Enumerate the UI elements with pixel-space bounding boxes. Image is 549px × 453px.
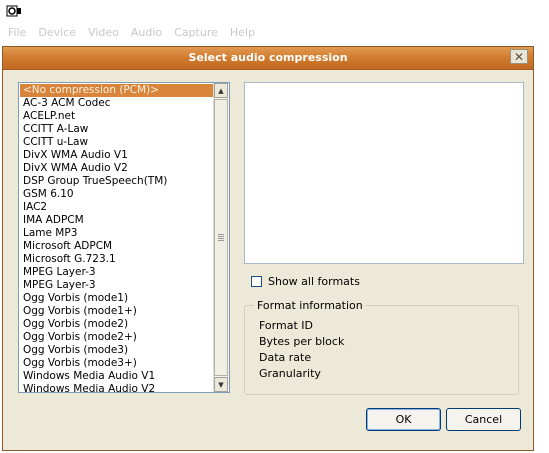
cancel-button[interactable]: Cancel	[446, 408, 521, 431]
app-icon[interactable]	[6, 3, 22, 19]
grip-icon	[218, 234, 224, 241]
codec-list-item[interactable]: Ogg Vorbis (mode3+)	[20, 357, 214, 370]
codec-list-item[interactable]: MPEG Layer-3	[20, 279, 214, 292]
menu-audio[interactable]: Audio	[127, 26, 166, 39]
codec-list-item[interactable]: DivX WMA Audio V1	[20, 149, 214, 162]
scroll-down-button[interactable]: ▼	[214, 377, 228, 392]
codec-list-item[interactable]: Ogg Vorbis (mode3)	[20, 344, 214, 357]
bytes-per-block-label: Bytes per block	[259, 335, 345, 348]
codec-list-item[interactable]: Windows Media Audio V1	[20, 370, 214, 383]
codec-list-item[interactable]: CCITT u-Law	[20, 136, 214, 149]
codec-list-item[interactable]: MPEG Layer-3	[20, 266, 214, 279]
format-information-legend: Format information	[254, 299, 366, 312]
dialog-title: Select audio compression	[188, 51, 348, 64]
codec-list-item[interactable]: Windows Media Audio V2	[20, 383, 214, 396]
menu-capture[interactable]: Capture	[170, 26, 222, 39]
codec-list-item[interactable]: Ogg Vorbis (mode2)	[20, 318, 214, 331]
close-icon: ✕	[513, 49, 525, 64]
codec-list-item[interactable]: Ogg Vorbis (mode1+)	[20, 305, 214, 318]
menu-file[interactable]: File	[4, 26, 30, 39]
format-information-group: Format information Format ID Bytes per b…	[244, 299, 519, 395]
codec-list: <No compression (PCM)> AC-3 ACM Codec ACEL…	[20, 84, 214, 396]
codec-list-item[interactable]: GSM 6.10	[20, 188, 214, 201]
codec-list-item[interactable]: <No compression (PCM)>	[20, 84, 214, 97]
codec-list-item[interactable]: IMA ADPCM	[20, 214, 214, 227]
scroll-up-button[interactable]: ▲	[214, 83, 228, 98]
granularity-label: Granularity	[259, 367, 321, 380]
codec-list-item[interactable]: Microsoft ADPCM	[20, 240, 214, 253]
codec-list-item[interactable]: IAC2	[20, 201, 214, 214]
codec-list-item[interactable]: DivX WMA Audio V2	[20, 162, 214, 175]
codec-list-item[interactable]: DSP Group TrueSpeech(TM)	[20, 175, 214, 188]
menu-device[interactable]: Device	[34, 26, 80, 39]
codec-list-item[interactable]: Lame MP3	[20, 227, 214, 240]
format-list-box[interactable]	[244, 82, 524, 264]
ok-button[interactable]: OK	[366, 408, 441, 431]
format-id-label: Format ID	[259, 319, 313, 332]
show-all-formats-checkbox[interactable]	[251, 276, 262, 287]
codec-list-item[interactable]: Ogg Vorbis (mode2+)	[20, 331, 214, 344]
codec-list-item[interactable]: Microsoft G.723.1	[20, 253, 214, 266]
codec-list-item[interactable]: AC-3 ACM Codec	[20, 97, 214, 110]
codec-list-item[interactable]: Ogg Vorbis (mode1)	[20, 292, 214, 305]
close-button[interactable]: ✕	[510, 49, 528, 64]
arrow-up-icon: ▲	[218, 86, 224, 95]
menu-bar: File Device Video Audio Capture Help	[0, 22, 549, 42]
audio-compression-dialog: Select audio compression ✕ <No compressi…	[2, 46, 534, 451]
menu-help[interactable]: Help	[226, 26, 259, 39]
dialog-titlebar[interactable]: Select audio compression ✕	[3, 47, 533, 70]
show-all-formats-label: Show all formats	[268, 275, 360, 288]
codec-list-item[interactable]: ACELP.net	[20, 110, 214, 123]
data-rate-label: Data rate	[259, 351, 312, 364]
arrow-down-icon: ▼	[218, 380, 224, 389]
scroll-thumb[interactable]	[214, 99, 228, 376]
show-all-formats-row[interactable]: Show all formats	[251, 275, 360, 288]
menu-video[interactable]: Video	[84, 26, 123, 39]
codec-list-item[interactable]: CCITT A-Law	[20, 123, 214, 136]
vertical-scrollbar[interactable]: ▲ ▼	[213, 83, 229, 392]
codec-listbox[interactable]: <No compression (PCM)> AC-3 ACM Codec ACEL…	[18, 82, 230, 396]
